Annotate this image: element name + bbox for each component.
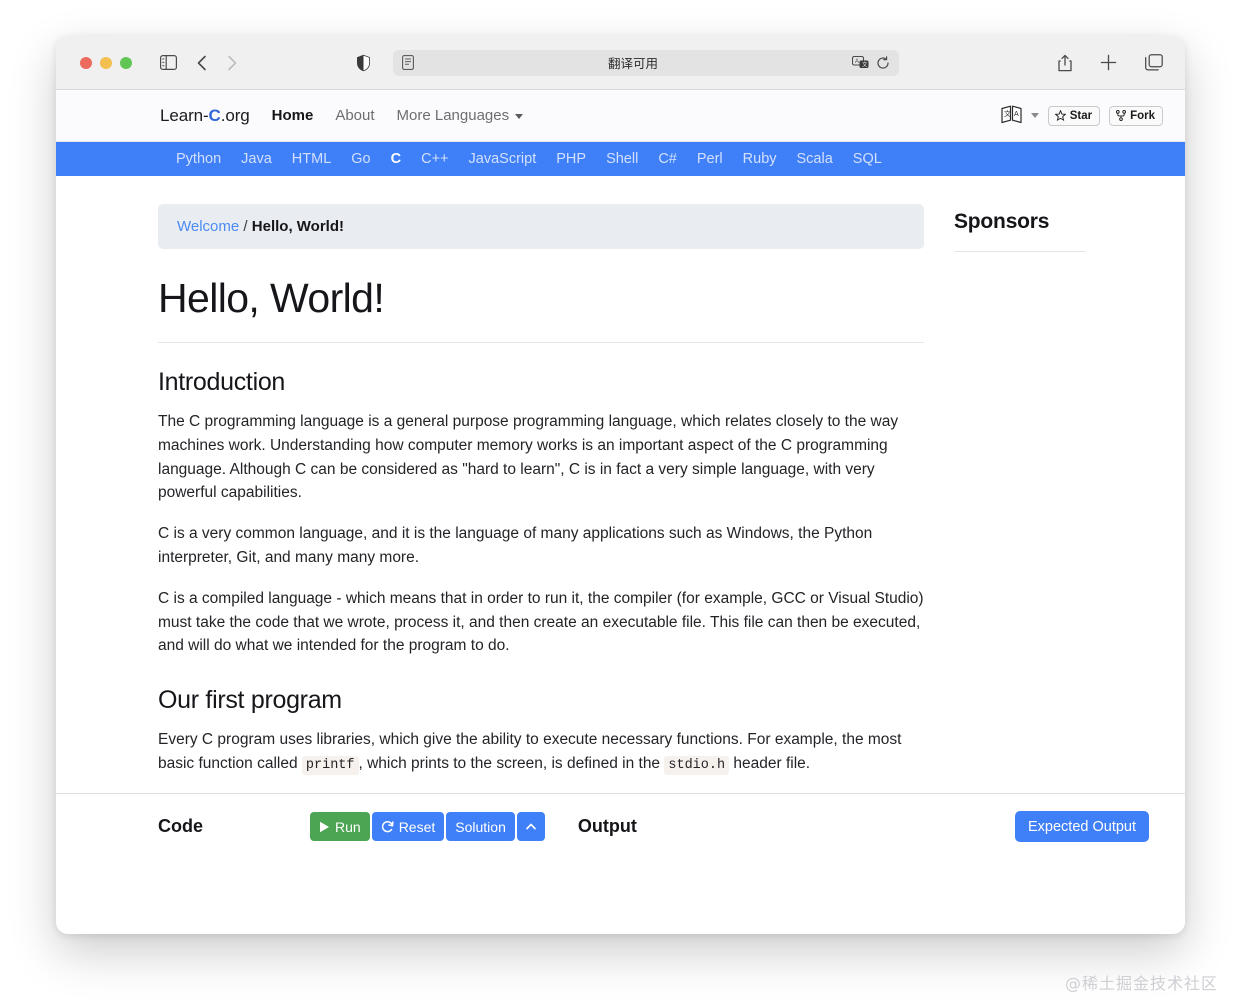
solution-button[interactable]: Solution [446, 812, 515, 841]
intro-paragraph-3: C is a compiled language - which means t… [158, 589, 924, 655]
lang-html[interactable]: HTML [282, 151, 341, 167]
svg-text:文: 文 [862, 60, 868, 68]
page-title: Hello, World! [158, 275, 924, 343]
lang-scala[interactable]: Scala [787, 151, 843, 167]
reset-button[interactable]: Reset [371, 812, 445, 841]
reload-icon[interactable] [876, 55, 890, 70]
lang-cpp[interactable]: C++ [411, 151, 458, 167]
brand-suffix: .org [220, 105, 250, 125]
lang-perl[interactable]: Perl [687, 151, 733, 167]
brand-letter: C [208, 105, 221, 125]
chevron-down-icon[interactable] [1030, 113, 1039, 118]
svg-text:A: A [855, 59, 859, 65]
nav-item-home[interactable]: Home [272, 107, 314, 124]
section-heading-introduction: Introduction [158, 368, 286, 396]
lang-javascript[interactable]: JavaScript [459, 151, 547, 167]
header-actions: 文A Star Fork [1001, 104, 1163, 128]
address-text[interactable]: 翻译可用 [414, 53, 852, 72]
nav-item-about[interactable]: About [335, 107, 374, 124]
fp-p1-text-c: header file. [729, 754, 811, 772]
svg-text:A: A [1014, 111, 1019, 118]
fp-p1-text-b: , which prints to the screen, is defined… [358, 754, 665, 772]
privacy-shield-icon[interactable] [356, 54, 371, 72]
back-arrow-icon[interactable] [197, 55, 207, 71]
reset-icon [381, 821, 394, 833]
main-column: Welcome / Hello, World! Hello, World! In… [158, 204, 924, 859]
intro-paragraph-2: C is a very common language, and it is t… [158, 525, 873, 566]
maximize-window-button[interactable] [120, 56, 132, 69]
play-icon [320, 821, 329, 832]
breadcrumb-root[interactable]: Welcome [177, 218, 239, 235]
share-icon[interactable] [1058, 54, 1072, 72]
address-bar[interactable]: 翻译可用 A文 [393, 49, 899, 76]
solution-label: Solution [455, 818, 506, 835]
expected-output-button[interactable]: Expected Output [1014, 811, 1149, 842]
first-program-paragraph-1: Every C program uses libraries, which gi… [158, 728, 924, 778]
nav-item-more-languages[interactable]: More Languages [397, 107, 524, 124]
editor-toolbar: Code Run Reset Solution Output Expected … [56, 793, 1185, 859]
intro-paragraph-1: The C programming language is a general … [158, 413, 899, 502]
plus-icon[interactable] [1100, 54, 1117, 71]
site-logo[interactable]: Learn-C.org [160, 106, 250, 126]
star-label: Star [1069, 109, 1093, 122]
lang-go[interactable]: Go [341, 151, 380, 167]
star-icon [1054, 110, 1066, 121]
editor-buttons: Run Reset Solution [310, 812, 545, 841]
section-heading-our-first-program: Our first program [158, 686, 342, 715]
close-window-button[interactable] [80, 56, 92, 69]
browser-window: 翻译可用 A文 Learn-C.org Home About More Lang… [56, 36, 1185, 934]
breadcrumb-separator: / [239, 218, 252, 235]
lang-java[interactable]: Java [231, 151, 282, 167]
translate-icon[interactable]: A文 [852, 55, 869, 70]
collapse-panel-button[interactable] [516, 812, 545, 841]
inline-code-stdio-h: stdio.h [664, 755, 730, 775]
site-header: Learn-C.org Home About More Languages 文A… [56, 90, 1185, 142]
lang-python[interactable]: Python [166, 151, 231, 167]
tab-overview-icon[interactable] [1145, 54, 1163, 71]
sidebar-column: Sponsors [954, 204, 1086, 859]
translate-page-icon[interactable]: 文A [1001, 104, 1022, 128]
run-button[interactable]: Run [310, 812, 370, 841]
inline-code-printf: printf [301, 755, 359, 775]
lang-shell[interactable]: Shell [596, 151, 648, 167]
brand-prefix: Learn- [160, 105, 209, 125]
lang-php[interactable]: PHP [546, 151, 596, 167]
lang-sql[interactable]: SQL [843, 151, 892, 167]
chevron-up-icon [526, 823, 536, 829]
language-navbar: Python Java HTML Go C C++ JavaScript PHP… [56, 142, 1185, 176]
output-panel-label: Output [577, 816, 637, 836]
window-controls[interactable] [80, 56, 132, 69]
page-body: Welcome / Hello, World! Hello, World! In… [56, 176, 1185, 859]
reader-view-icon[interactable] [402, 55, 414, 70]
code-panel-label: Code [158, 816, 203, 836]
run-label: Run [335, 818, 361, 835]
chevron-down-icon [515, 113, 524, 119]
fork-button[interactable]: Fork [1109, 105, 1163, 126]
lang-csharp[interactable]: C# [648, 151, 687, 167]
sponsors-heading: Sponsors [954, 210, 1086, 252]
fork-label: Fork [1130, 109, 1155, 122]
nav-more-languages-label: More Languages [396, 107, 510, 124]
lang-ruby[interactable]: Ruby [733, 151, 787, 167]
browser-toolbar: 翻译可用 A文 [56, 36, 1185, 90]
watermark: @稀土掘金技术社区 [1064, 974, 1218, 993]
star-button[interactable]: Star [1047, 105, 1101, 126]
fork-icon [1116, 110, 1127, 121]
svg-text:文: 文 [1004, 109, 1011, 118]
reset-label: Reset [398, 818, 436, 835]
breadcrumb: Welcome / Hello, World! [158, 204, 924, 249]
breadcrumb-current: Hello, World! [251, 218, 344, 235]
sidebar-toggle-icon[interactable] [160, 55, 177, 70]
top-navigation: Home About More Languages [272, 107, 524, 124]
forward-arrow-icon[interactable] [227, 55, 237, 71]
minimize-window-button[interactable] [100, 56, 112, 69]
lang-c[interactable]: C [381, 151, 411, 167]
